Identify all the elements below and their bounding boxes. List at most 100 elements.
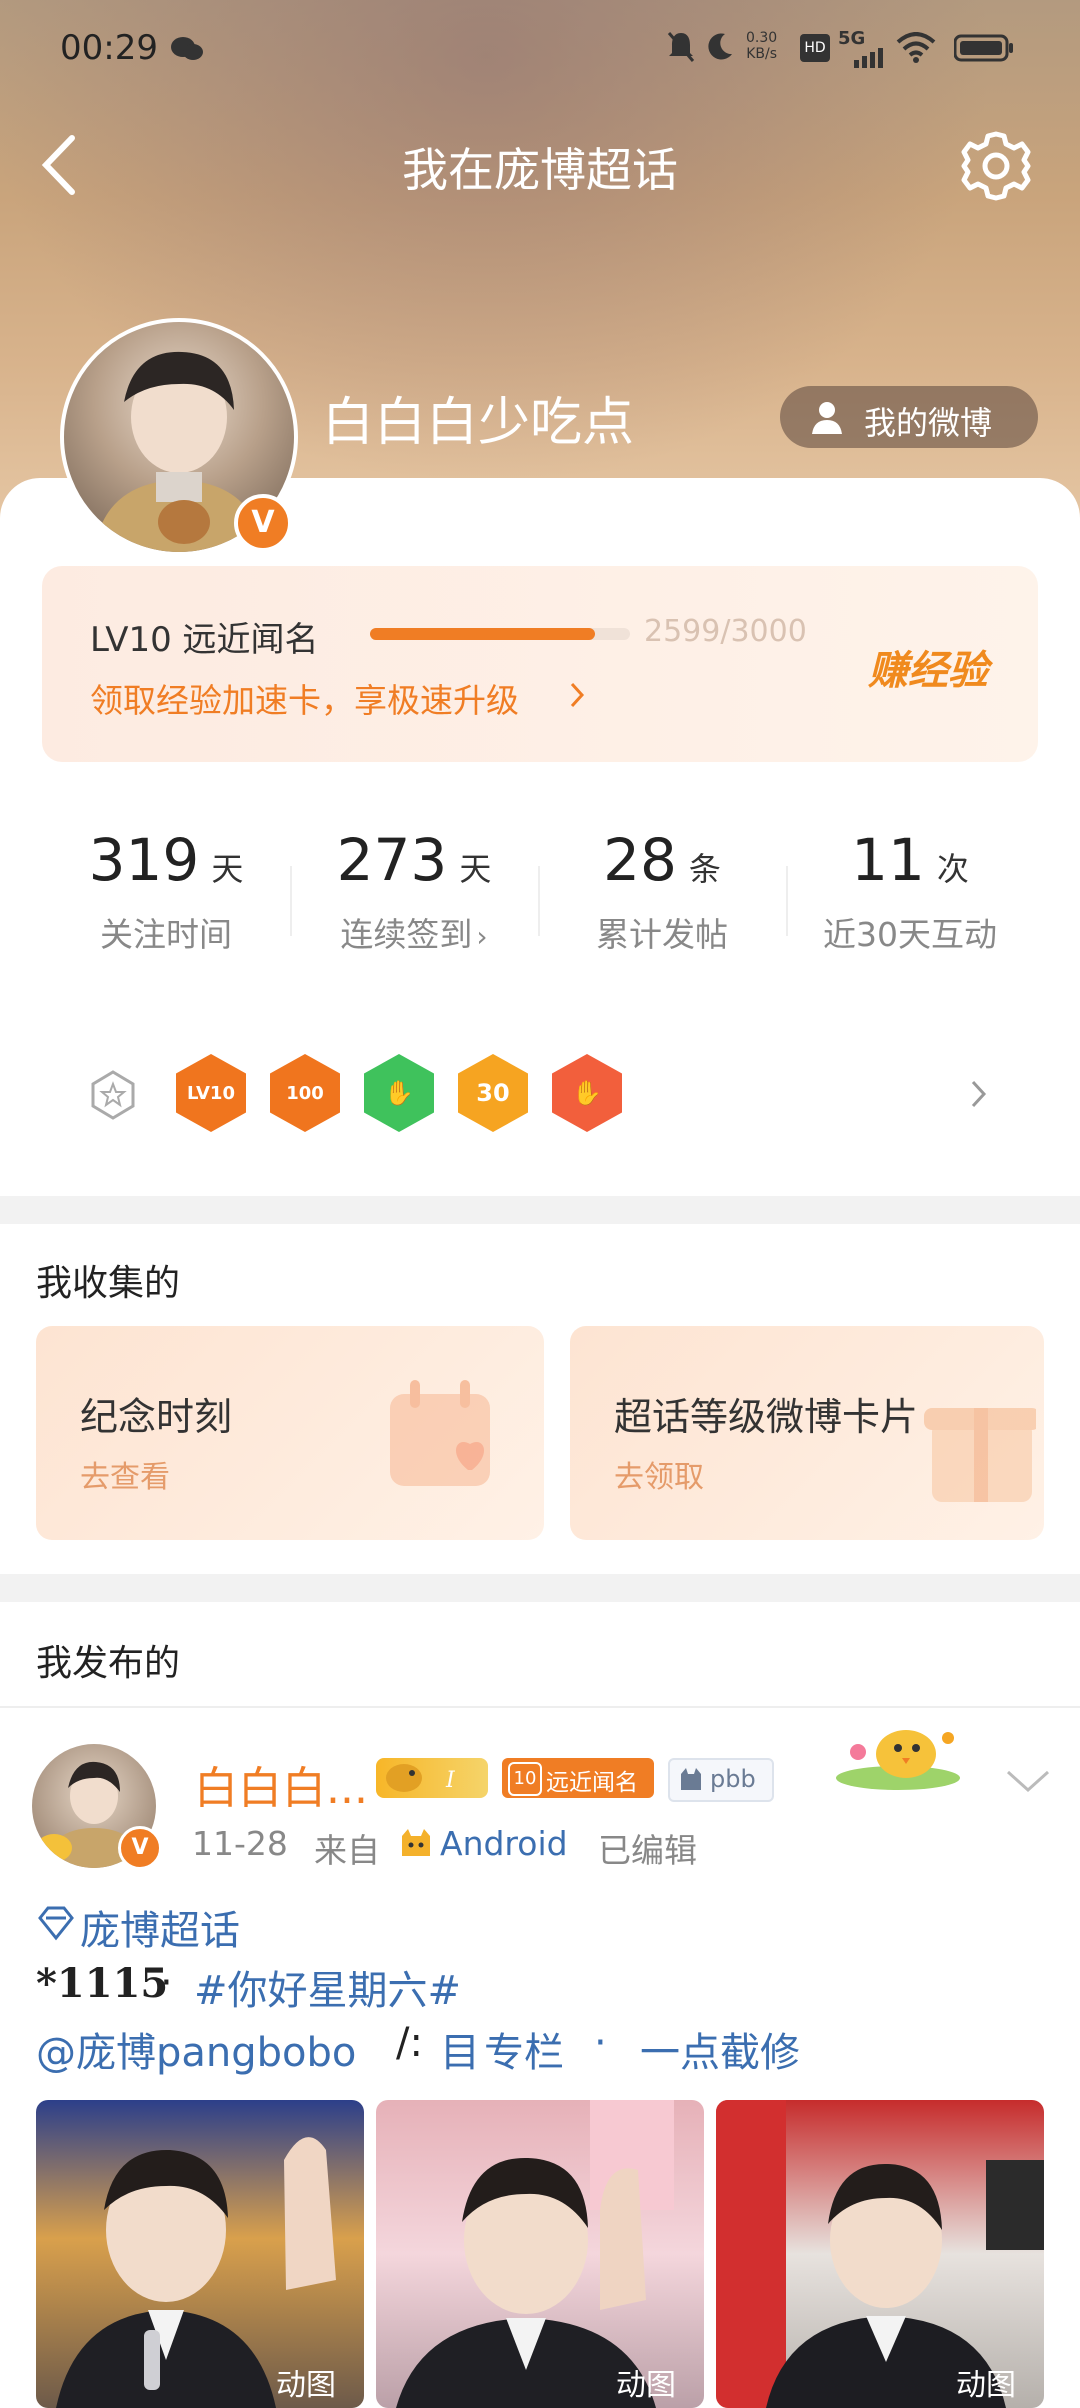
my-weibo-button[interactable]: 我的微博 bbox=[780, 386, 1038, 448]
stat-item[interactable]: 273 天连续签到 › bbox=[294, 826, 534, 956]
gif-label: 动图 bbox=[276, 2368, 336, 2403]
gif-label: 动图 bbox=[616, 2368, 676, 2403]
duck-decoration-icon bbox=[828, 1712, 988, 1792]
status-time: 00:29 bbox=[60, 28, 158, 68]
network-type: 5G bbox=[838, 28, 866, 49]
post-from-label: 来自 bbox=[314, 1831, 380, 1870]
divider bbox=[0, 1706, 1080, 1708]
post-author-name[interactable]: 白白白... bbox=[194, 1752, 368, 1816]
wifi-icon bbox=[896, 32, 936, 64]
badge-hex: 30 bbox=[458, 1054, 528, 1132]
post-line-prefix: *1115 bbox=[36, 1960, 169, 2007]
collected-card-title: 超话等级微博卡片 bbox=[614, 1395, 919, 1439]
stat-unit: 次 bbox=[936, 850, 969, 888]
badge-hex: ✋ bbox=[364, 1054, 434, 1132]
my-weibo-label: 我的微博 bbox=[864, 404, 993, 442]
badge-text: 30 bbox=[476, 1079, 510, 1107]
topic-link[interactable]: 庞博超话 bbox=[80, 1898, 240, 1956]
badge-text: ✋ bbox=[384, 1079, 414, 1107]
stat-unit: 天 bbox=[459, 850, 492, 888]
post-verified-badge: V bbox=[118, 1826, 162, 1870]
stat-unit: 天 bbox=[211, 850, 244, 888]
stat-item: 319 天关注时间 bbox=[46, 826, 286, 956]
fan-level-badge: 10 远近闻名 bbox=[502, 1758, 654, 1798]
moon-icon bbox=[705, 30, 735, 64]
chevron-right-icon bbox=[568, 678, 588, 712]
cat-icon bbox=[678, 1766, 704, 1792]
post-menu-chevron-icon[interactable] bbox=[1004, 1764, 1052, 1796]
level-subtitle[interactable]: 领取经验加速卡，享极速升级 bbox=[90, 674, 519, 722]
stat-value: 28 bbox=[603, 826, 677, 894]
network-speed: 0.30 KB/s bbox=[746, 30, 778, 62]
column-extra[interactable]: 一点截修 bbox=[640, 2020, 800, 2078]
level-progress-track bbox=[370, 628, 630, 640]
stat-divider bbox=[290, 866, 292, 936]
stat-item: 11 次近30天互动 bbox=[790, 826, 1030, 956]
level-progress-text: 2599/3000 bbox=[644, 614, 807, 649]
android-cat-icon bbox=[398, 1826, 434, 1862]
section-divider bbox=[0, 1574, 1080, 1602]
gif-label: 动图 bbox=[956, 2368, 1016, 2403]
stat-unit: 条 bbox=[688, 850, 721, 888]
mute-icon bbox=[666, 30, 696, 64]
post-separator: /: bbox=[396, 2020, 423, 2066]
post-image[interactable]: 动图 bbox=[376, 2100, 704, 2408]
gift-icon bbox=[916, 1378, 1040, 1508]
level-title: LV10 远近闻名 bbox=[90, 620, 319, 660]
badge-hex: LV10 bbox=[176, 1054, 246, 1132]
level-progress-fill bbox=[370, 628, 596, 640]
post-date: 11-28 bbox=[192, 1824, 288, 1863]
post-image[interactable]: 动图 bbox=[36, 2100, 364, 2408]
fan-level-number: 10 bbox=[508, 1762, 542, 1796]
post-line-dot: · bbox=[160, 1960, 173, 2006]
stat-divider bbox=[786, 866, 788, 936]
chevron-right-icon: › bbox=[476, 920, 488, 953]
achievement-badge-icon: 100 bbox=[270, 1054, 340, 1132]
post-image[interactable]: 动图 bbox=[716, 2100, 1044, 2408]
stat-value: 11 bbox=[851, 826, 925, 894]
signal-icon bbox=[840, 48, 886, 68]
stat-value: 319 bbox=[88, 826, 200, 894]
tag-badge: pbb bbox=[668, 1758, 774, 1802]
badge-text: 100 bbox=[286, 1082, 324, 1104]
published-heading: 我发布的 bbox=[36, 1643, 181, 1684]
stat-divider bbox=[538, 866, 540, 936]
fan-level-title: 远近闻名 bbox=[546, 1770, 638, 1796]
collected-heading: 我收集的 bbox=[36, 1263, 181, 1304]
collected-card-action: 去查看 bbox=[80, 1460, 170, 1495]
column-dot: · bbox=[594, 2020, 607, 2066]
collected-card-title: 纪念时刻 bbox=[80, 1395, 233, 1439]
member-badge: I bbox=[376, 1758, 488, 1798]
earn-exp-button[interactable]: 赚经验 bbox=[868, 638, 988, 696]
settings-gear-icon[interactable] bbox=[958, 128, 1034, 204]
stat-value: 273 bbox=[336, 826, 448, 894]
collected-card-action: 去领取 bbox=[614, 1460, 704, 1495]
badges-chevron-icon[interactable] bbox=[968, 1076, 990, 1112]
stat-item: 28 条累计发帖 bbox=[542, 826, 782, 956]
badge-hex: 100 bbox=[270, 1054, 340, 1132]
section-divider bbox=[0, 1196, 1080, 1224]
stat-label: 连续签到 › bbox=[340, 915, 488, 954]
collected-card-level-weibo[interactable]: 超话等级微博卡片 去领取 bbox=[570, 1326, 1044, 1540]
tag-text: pbb bbox=[710, 1765, 756, 1793]
stat-label: 近30天互动 bbox=[823, 915, 997, 954]
hashtag-link[interactable]: #你好星期六# bbox=[194, 1958, 461, 2016]
column-link[interactable]: 专栏 bbox=[484, 2020, 564, 2078]
badge-hex: ✋ bbox=[552, 1054, 622, 1132]
calendar-heart-icon bbox=[376, 1370, 516, 1510]
svg-text:I: I bbox=[445, 1768, 456, 1793]
verified-badge: V bbox=[234, 494, 292, 552]
achievement-badge-icon: ✋ bbox=[552, 1054, 622, 1132]
wechat-icon bbox=[170, 36, 204, 62]
page-title: 我在庞博超话 bbox=[402, 143, 678, 197]
stat-label: 关注时间 bbox=[100, 915, 232, 954]
stat-label: 累计发帖 bbox=[596, 915, 728, 954]
collected-card-moments[interactable]: 纪念时刻 去查看 bbox=[36, 1326, 544, 1540]
achievement-badge-icon: LV10 bbox=[176, 1054, 246, 1132]
badge-text: LV10 bbox=[187, 1082, 235, 1104]
column-icon: 目 bbox=[440, 2030, 480, 2076]
person-icon bbox=[810, 400, 844, 434]
mention-link[interactable]: @庞博pangbobo bbox=[36, 2020, 356, 2078]
battery-icon bbox=[953, 34, 1014, 62]
post-device[interactable]: Android bbox=[440, 1824, 568, 1863]
